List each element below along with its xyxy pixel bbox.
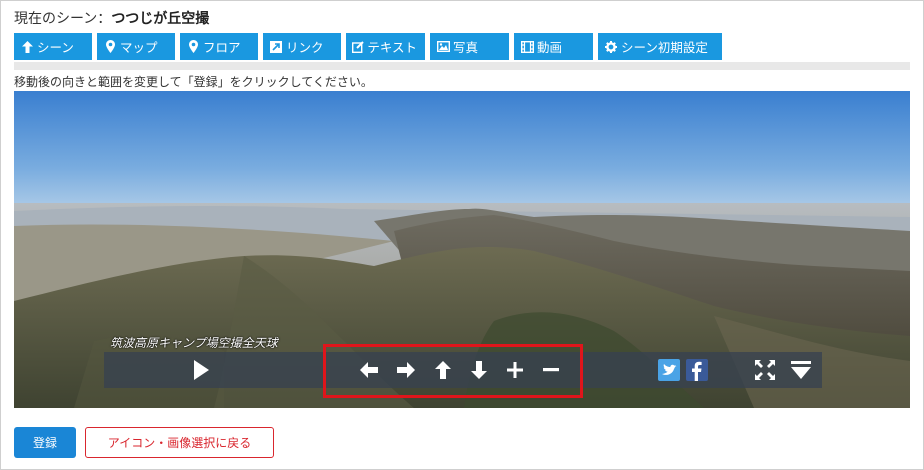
facebook-icon	[686, 359, 708, 381]
twitter-share-button[interactable]	[654, 352, 684, 388]
tab-link-label: リンク	[286, 40, 324, 55]
tab-floor-label: フロア	[203, 40, 241, 55]
fullscreen-button[interactable]	[750, 352, 780, 388]
tab-map[interactable]: マップ	[97, 33, 175, 60]
twitter-icon	[658, 359, 680, 381]
back-to-icon-select-button[interactable]: アイコン・画像選択に戻る	[85, 427, 274, 458]
tab-photo[interactable]: 写真	[430, 33, 509, 60]
tab-scene[interactable]: シーン	[14, 33, 92, 60]
register-button[interactable]: 登録	[14, 427, 76, 458]
divider-bar	[14, 62, 910, 70]
page-title: 現在のシーン：つつじが丘空撮	[14, 8, 209, 28]
tab-link[interactable]: リンク	[263, 33, 341, 60]
tab-text-label: テキスト	[367, 40, 417, 55]
image-icon	[436, 40, 450, 54]
menu-toggle-button[interactable]	[786, 352, 816, 388]
menu-toggle-icon	[791, 361, 811, 379]
external-link-icon	[269, 40, 283, 54]
film-icon	[520, 40, 534, 54]
tab-photo-label: 写真	[453, 40, 479, 55]
panorama-caption: 筑波高原キャンプ場空撮全天球	[110, 336, 278, 350]
tab-text[interactable]: テキスト	[346, 33, 425, 60]
tab-video[interactable]: 動画	[514, 33, 593, 60]
arrow-up-icon	[20, 40, 34, 54]
facebook-share-button[interactable]	[682, 352, 712, 388]
tab-floor[interactable]: フロア	[180, 33, 258, 60]
tab-scene-settings[interactable]: シーン初期設定	[598, 33, 722, 60]
scene-name: つつじが丘空撮	[111, 11, 210, 27]
tab-video-label: 動画	[537, 40, 563, 55]
tab-scene-label: シーン	[37, 40, 74, 55]
play-button[interactable]	[186, 352, 216, 388]
gear-icon	[604, 40, 618, 54]
tab-map-label: マップ	[120, 40, 158, 55]
scene-label: 現在のシーン：	[14, 11, 112, 27]
map-marker-icon	[186, 40, 200, 54]
play-icon	[194, 360, 209, 380]
edit-icon	[352, 40, 364, 54]
map-marker-icon	[103, 40, 117, 54]
tab-bar: シーン マップ フロア リンク テキスト 写真 動画 シーン初期設定	[14, 33, 722, 60]
tab-scene-settings-label: シーン初期設定	[621, 40, 708, 55]
fullscreen-icon	[755, 360, 775, 380]
highlight-box	[323, 344, 583, 398]
instruction-text: 移動後の向きと範囲を変更して「登録」をクリックしてください。	[14, 75, 373, 89]
